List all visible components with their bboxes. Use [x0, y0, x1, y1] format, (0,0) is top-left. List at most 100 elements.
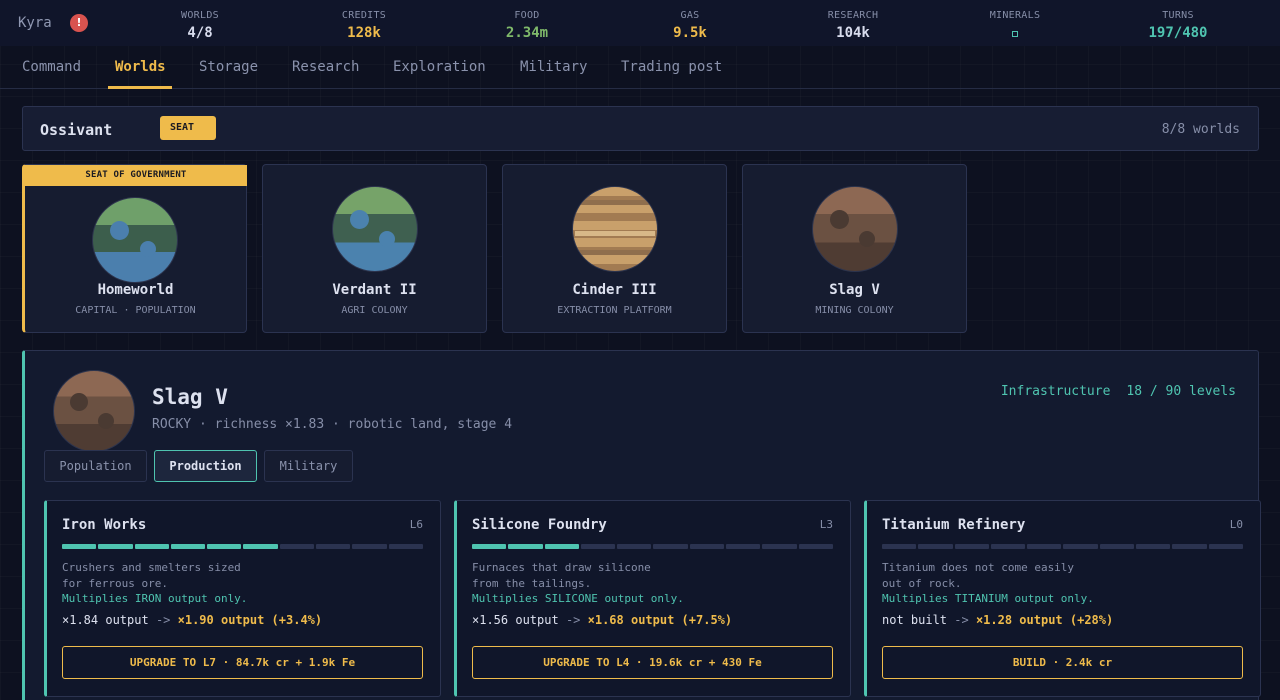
- level-segment-empty: [1208, 544, 1243, 549]
- seat-badge: SEAT: [160, 116, 216, 140]
- level-segment-empty: [1136, 544, 1171, 549]
- stat-food: FOOD 2.34m: [467, 10, 587, 41]
- level-segment-empty: [1172, 544, 1207, 549]
- stat-turns: TURNS 197/480: [1118, 10, 1238, 41]
- arrow-icon: ->: [565, 613, 581, 627]
- level-segment-empty: [580, 544, 616, 549]
- tab-command[interactable]: Command: [22, 46, 81, 89]
- system-name: Ossivant: [40, 121, 113, 139]
- slag-planet-icon: [812, 186, 898, 272]
- detail-world-name: Slag V: [152, 385, 228, 409]
- alert-icon[interactable]: !: [70, 14, 88, 32]
- planet-spot: [859, 231, 875, 247]
- level-segment-empty: [279, 544, 315, 549]
- tab-military[interactable]: Military: [520, 46, 587, 89]
- description-line: Titanium does not come easily: [882, 561, 1075, 574]
- stat-gas: GAS 9.5k: [630, 10, 750, 41]
- infrastructure-summary: Infrastructure 18 / 90 levels: [1001, 384, 1236, 399]
- main-nav: Command Worlds Storage Research Explorat…: [0, 46, 1280, 89]
- stat-value: 197/480: [1148, 25, 1208, 41]
- building-level: L0: [1229, 518, 1243, 531]
- building-multiplier-note: Multiplies TITANIUM output only.: [882, 592, 1094, 605]
- world-type: MINING COLONY: [815, 305, 894, 316]
- planet-spot: [70, 393, 88, 411]
- world-count: 8/8 worlds: [1161, 122, 1240, 137]
- infrastructure-value: 18 / 90 levels: [1126, 384, 1236, 399]
- stat-worlds: WORLDS 4/8: [140, 10, 260, 41]
- building-level: L3: [819, 518, 833, 531]
- next-output: ×1.28 output (+28%): [975, 613, 1114, 627]
- stat-label: RESEARCH: [827, 10, 879, 21]
- level-segment-filled: [207, 544, 242, 549]
- level-segment-filled: [98, 544, 133, 549]
- level-progress-bar: [62, 544, 423, 549]
- planet-spot: [379, 231, 395, 247]
- building-level: L6: [409, 518, 423, 531]
- building-name: Iron Works: [62, 517, 147, 533]
- mineral-icon: [1012, 31, 1018, 37]
- build-button[interactable]: BUILD · 2.4k cr: [882, 646, 1243, 679]
- stat-value: [955, 25, 1075, 41]
- tab-research[interactable]: Research: [292, 46, 359, 89]
- tab-worlds[interactable]: Worlds: [115, 46, 166, 89]
- world-card-homeworld[interactable]: SEAT OF GOVERNMENT Homeworld CAPITAL · P…: [22, 164, 247, 333]
- level-segment-empty: [653, 544, 688, 549]
- tab-storage[interactable]: Storage: [199, 46, 258, 89]
- description-line: out of rock.: [882, 577, 962, 590]
- arrow-icon: ->: [155, 613, 171, 627]
- world-card-cinder-iii[interactable]: Cinder III EXTRACTION PLATFORM: [502, 164, 727, 333]
- level-segment-filled: [243, 544, 278, 549]
- level-segment-empty: [388, 544, 423, 549]
- level-segment-empty: [689, 544, 725, 549]
- seat-of-government-banner: SEAT OF GOVERNMENT: [25, 165, 247, 186]
- stat-label: MINERALS: [989, 10, 1041, 21]
- level-progress-bar: [882, 544, 1243, 549]
- level-segment-empty: [1027, 544, 1062, 549]
- building-card-iron-works: Iron Works L6 Crushers and smelters size…: [44, 500, 441, 697]
- upgrade-button[interactable]: UPGRADE TO L7 · 84.7k cr + 1.9k Fe: [62, 646, 423, 679]
- stat-value: 9.5k: [673, 25, 707, 41]
- level-segment-empty: [726, 544, 761, 549]
- world-card-verdant-ii[interactable]: Verdant II AGRI COLONY: [262, 164, 487, 333]
- stat-label: CREDITS: [341, 10, 387, 21]
- level-segment-empty: [1063, 544, 1098, 549]
- stat-label: GAS: [680, 10, 700, 21]
- tab-production[interactable]: Production: [154, 450, 257, 482]
- stat-value: 128k: [347, 25, 381, 41]
- building-output: ×1.84 output -> ×1.90 output (+3.4%): [62, 613, 322, 627]
- world-name: Cinder III: [572, 282, 657, 298]
- tab-exploration[interactable]: Exploration: [393, 46, 486, 89]
- tab-trading-post[interactable]: Trading post: [621, 46, 722, 89]
- planet-spot: [110, 221, 129, 240]
- tab-military-detail[interactable]: Military: [264, 450, 353, 482]
- current-output: ×1.56 output: [472, 613, 559, 627]
- active-tab-indicator: [108, 86, 172, 89]
- home-planet-icon: [92, 197, 178, 283]
- upgrade-button[interactable]: UPGRADE TO L4 · 19.6k cr + 430 Fe: [472, 646, 833, 679]
- next-output: ×1.68 output (+7.5%): [587, 613, 733, 627]
- building-card-titanium-refinery: Titanium Refinery L0 Titanium does not c…: [864, 500, 1261, 697]
- level-segment-empty: [316, 544, 351, 549]
- player-name[interactable]: Kyra: [18, 15, 52, 31]
- tab-population[interactable]: Population: [44, 450, 147, 482]
- building-name: Silicone Foundry: [472, 517, 607, 533]
- level-segment-filled: [544, 544, 579, 549]
- detail-world-description: ROCKY · richness ×1.83 · robotic land, s…: [152, 417, 513, 432]
- slag-planet-icon: [53, 370, 135, 452]
- level-segment-empty: [617, 544, 652, 549]
- world-card-slag-v[interactable]: Slag V MINING COLONY: [742, 164, 967, 333]
- level-segment-empty: [882, 544, 917, 549]
- level-segment-empty: [990, 544, 1026, 549]
- next-output: ×1.90 output (+3.4%): [177, 613, 323, 627]
- stat-minerals: MINERALS: [955, 10, 1075, 41]
- building-output: not built -> ×1.28 output (+28%): [882, 613, 1113, 627]
- building-description: Titanium does not come easily out of roc…: [882, 560, 1074, 592]
- world-detail-panel: Slag V ROCKY · richness ×1.83 · robotic …: [22, 350, 1261, 700]
- building-multiplier-note: Multiplies IRON output only.: [62, 592, 248, 605]
- planet-stripe: [575, 231, 655, 236]
- description-line: Furnaces that draw silicone: [472, 561, 651, 574]
- building-multiplier-note: Multiplies SILICONE output only.: [472, 592, 684, 605]
- building-output: ×1.56 output -> ×1.68 output (+7.5%): [472, 613, 732, 627]
- description-line: from the tailings.: [472, 577, 592, 590]
- stat-value: 4/8: [187, 25, 213, 41]
